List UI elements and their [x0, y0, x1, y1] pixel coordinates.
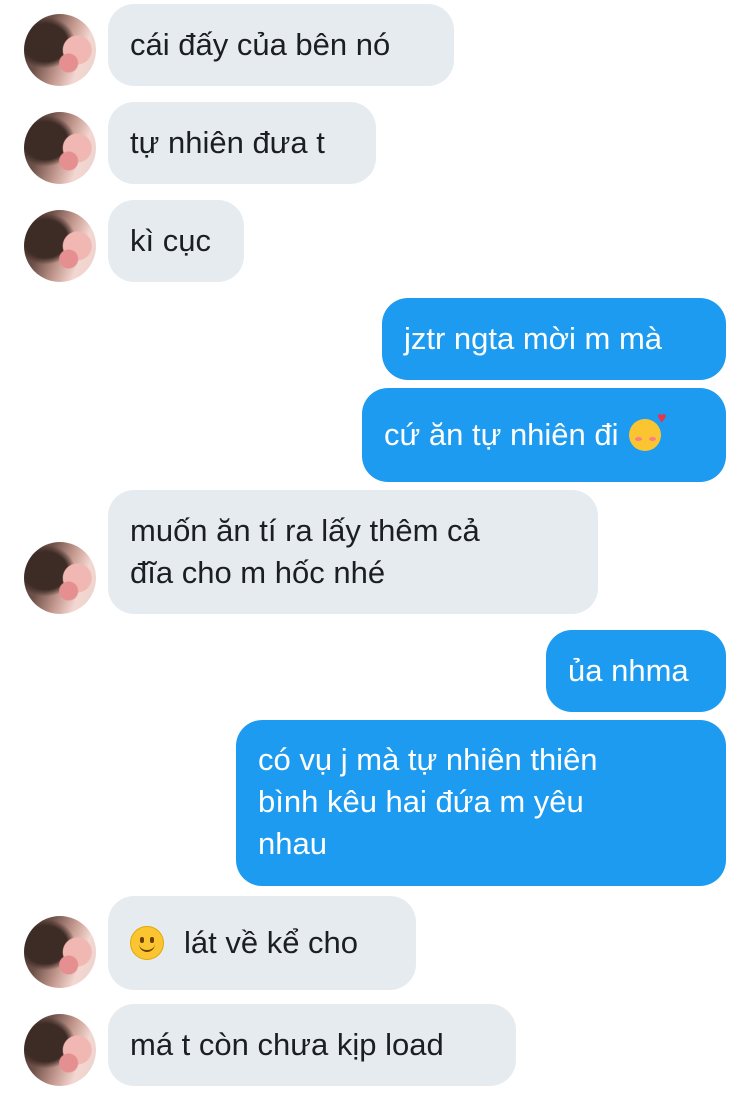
outgoing-message-bubble[interactable]: có vụ j mà tự nhiên thiên bình kêu hai đ…: [236, 720, 726, 886]
contact-avatar[interactable]: [24, 1014, 96, 1086]
contact-avatar[interactable]: [24, 14, 96, 86]
message-text: jztr ngta mời m mà: [404, 321, 663, 356]
incoming-message-bubble[interactable]: má t còn chưa kịp load: [108, 1004, 516, 1086]
message-text: tự nhiên đưa t: [130, 125, 325, 160]
contact-avatar[interactable]: [24, 542, 96, 614]
message-text: ủa nhma: [568, 653, 689, 688]
incoming-message-bubble[interactable]: muốn ăn tí ra lấy thêm cả đĩa cho m hốc …: [108, 490, 598, 614]
message-text: kì cục: [130, 223, 211, 258]
message-text: cái đấy của bên nó: [130, 27, 391, 62]
incoming-message-bubble[interactable]: cái đấy của bên nó: [108, 4, 454, 86]
outgoing-message-bubble[interactable]: jztr ngta mời m mà: [382, 298, 726, 380]
message-line: có vụ j mà tự nhiên thiên: [258, 742, 598, 777]
incoming-message-bubble[interactable]: lát về kể cho: [108, 896, 416, 990]
message-line: nhau: [258, 826, 327, 861]
message-line: muốn ăn tí ra lấy thêm cả: [130, 513, 480, 548]
outgoing-message-bubble[interactable]: ủa nhma: [546, 630, 726, 712]
incoming-message-bubble[interactable]: kì cục: [108, 200, 244, 282]
smiling-face-with-hearts-icon: [628, 411, 667, 451]
contact-avatar[interactable]: [24, 916, 96, 988]
contact-avatar[interactable]: [24, 112, 96, 184]
message-text: má t còn chưa kịp load: [130, 1027, 444, 1062]
message-line: đĩa cho m hốc nhé: [130, 555, 386, 590]
slightly-smiling-face-icon: [130, 926, 164, 960]
contact-avatar[interactable]: [24, 210, 96, 282]
message-text: lát về kể cho: [184, 925, 359, 960]
incoming-message-bubble[interactable]: tự nhiên đưa t: [108, 102, 376, 184]
message-text: cứ ăn tự nhiên đi: [384, 417, 619, 452]
message-line: bình kêu hai đứa m yêu: [258, 784, 584, 819]
outgoing-message-bubble[interactable]: cứ ăn tự nhiên đi: [362, 388, 726, 482]
